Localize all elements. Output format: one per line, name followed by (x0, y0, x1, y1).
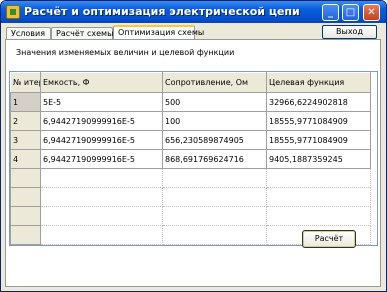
cell-empty[interactable] (10, 206, 41, 226)
cell-empty[interactable] (10, 187, 41, 207)
maximize-button[interactable]: □ (342, 4, 359, 21)
exit-button[interactable]: Выход (322, 25, 377, 39)
cell-empty[interactable] (40, 225, 163, 245)
panel-caption: Значения изменяемых величин и целевой фу… (16, 48, 235, 57)
cell-empty[interactable] (266, 168, 371, 188)
app-icon (6, 5, 20, 19)
cell-capacitance[interactable]: 5E-5 (40, 92, 163, 112)
table-row[interactable]: 2 6,94427190999916E-5 100 18555,97710849… (10, 111, 371, 131)
window-title: Расчёт и оптимизация электрической цепи (24, 5, 300, 18)
empty-row[interactable] (10, 206, 371, 226)
grid-header-row: № итер Емкость, Ф Сопротивление, Ом Целе… (10, 72, 371, 93)
cell-empty[interactable] (266, 187, 371, 207)
cell-empty[interactable] (162, 225, 267, 245)
cell-empty[interactable] (162, 168, 267, 188)
cell-objective[interactable]: 32966,6224902818 (266, 92, 371, 112)
cell-resistance[interactable]: 500 (162, 92, 267, 112)
cell-capacitance[interactable]: 6,94427190999916E-5 (40, 130, 163, 150)
cell-resistance[interactable]: 100 (162, 111, 267, 131)
cell-empty[interactable] (162, 206, 267, 226)
tab-optimization[interactable]: Оптимизация схемы (113, 25, 204, 40)
cell-iteration[interactable]: 1 (10, 92, 41, 112)
cell-objective[interactable]: 18555,9771084909 (266, 130, 371, 150)
cell-empty[interactable] (162, 187, 267, 207)
table-row[interactable]: 1 5E-5 500 32966,6224902818 (10, 92, 371, 112)
minimize-button[interactable]: _ (322, 4, 339, 21)
cell-objective[interactable]: 9405,1887359245 (266, 149, 371, 169)
table-row[interactable]: 4 6,94427190999916E-5 868,691769624716 9… (10, 149, 371, 169)
cell-empty[interactable] (10, 225, 41, 245)
cell-resistance[interactable]: 656,230589874905 (162, 130, 267, 150)
cell-capacitance[interactable]: 6,94427190999916E-5 (40, 111, 163, 131)
cell-empty[interactable] (40, 206, 163, 226)
close-button[interactable]: ✕ (363, 4, 380, 21)
cell-capacitance[interactable]: 6,94427190999916E-5 (40, 149, 163, 169)
cell-iteration[interactable]: 4 (10, 149, 41, 169)
cell-iteration[interactable]: 3 (10, 130, 41, 150)
cell-empty[interactable] (40, 187, 163, 207)
header-iteration[interactable]: № итер (10, 72, 41, 93)
table-row[interactable]: 3 6,94427190999916E-5 656,230589874905 1… (10, 130, 371, 150)
header-resistance[interactable]: Сопротивление, Ом (162, 72, 267, 93)
empty-row[interactable] (10, 168, 371, 188)
cell-empty[interactable] (40, 168, 163, 188)
header-objective[interactable]: Целевая функция (266, 72, 371, 93)
header-capacitance[interactable]: Емкость, Ф (40, 72, 163, 93)
cell-empty[interactable] (266, 206, 371, 226)
results-grid[interactable]: № итер Емкость, Ф Сопротивление, Ом Целе… (9, 71, 378, 246)
cell-empty[interactable] (10, 168, 41, 188)
calculate-button[interactable]: Расчёт (302, 230, 356, 248)
cell-objective[interactable]: 18555,9771084909 (266, 111, 371, 131)
optimization-panel: Значения изменяемых величин и целевой фу… (5, 39, 381, 287)
main-window: Расчёт и оптимизация электрической цепи … (0, 0, 387, 292)
cell-resistance[interactable]: 868,691769624716 (162, 149, 267, 169)
title-bar[interactable]: Расчёт и оптимизация электрической цепи … (1, 1, 386, 23)
empty-row[interactable] (10, 187, 371, 207)
cell-iteration[interactable]: 2 (10, 111, 41, 131)
